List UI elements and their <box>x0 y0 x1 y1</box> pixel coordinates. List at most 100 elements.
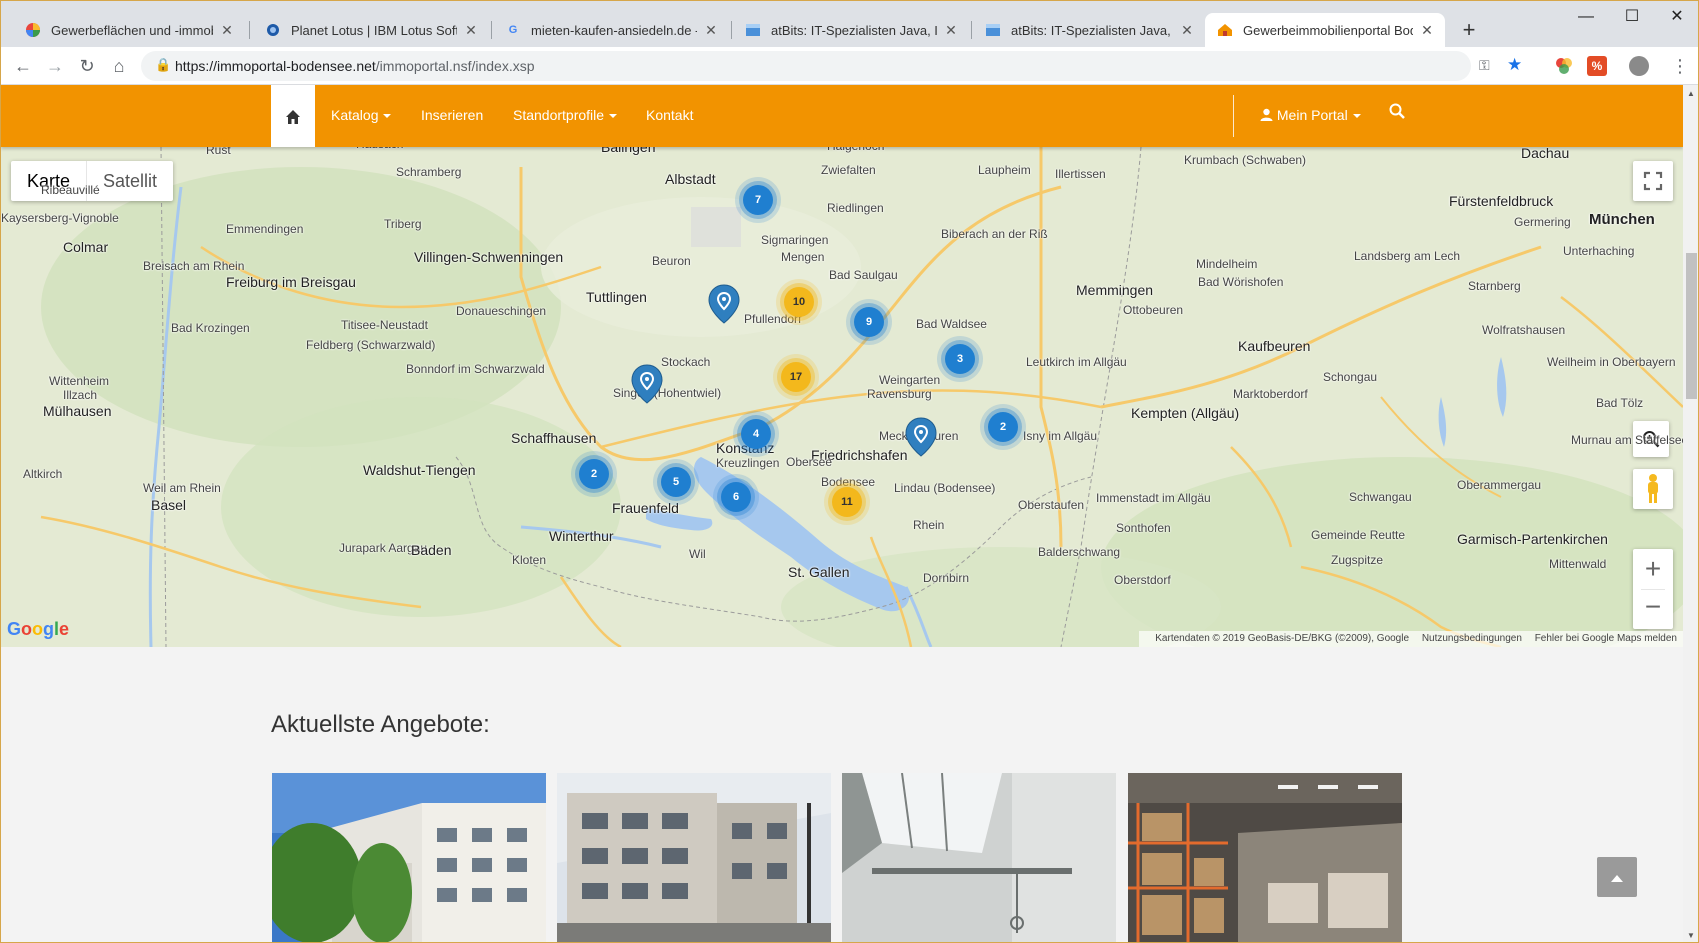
google-logo[interactable]: Google <box>7 619 69 640</box>
map-place-label: Hausach <box>356 147 403 151</box>
close-icon[interactable]: ✕ <box>1179 22 1195 39</box>
map-cluster[interactable]: 2 <box>579 459 609 489</box>
map-cluster[interactable]: 9 <box>854 307 884 337</box>
profile-avatar[interactable] <box>1629 56 1649 76</box>
map-cluster[interactable]: 4 <box>741 419 771 449</box>
map-cluster[interactable]: 17 <box>781 362 811 392</box>
nav-kontakt[interactable]: Kontakt <box>646 107 693 123</box>
back-to-top-button[interactable] <box>1597 857 1637 897</box>
nav-standortprofile[interactable]: Standortprofile <box>513 107 618 123</box>
map-place-label: Lindau (Bodensee) <box>894 481 996 495</box>
map-place-label: Laupheim <box>978 163 1031 177</box>
close-icon[interactable]: ✕ <box>703 22 719 39</box>
nav-mein-portal[interactable]: Mein Portal <box>1260 107 1361 123</box>
tab-2[interactable]: Planet Lotus | IBM Lotus Software ✕ <box>253 13 489 47</box>
address-bar[interactable]: 🔒 https://immoportal-bodensee.net/immopo… <box>141 51 1522 81</box>
immoportal-icon <box>1217 22 1233 38</box>
map-cluster[interactable]: 7 <box>743 185 773 215</box>
minimize-icon[interactable]: — <box>1563 5 1609 29</box>
map-place-label: Dachau <box>1521 147 1570 161</box>
map-place-label: Feldberg (Schwarzwald) <box>306 338 436 352</box>
tab-strip: Gewerbeflächen und -immobilien ✕ Planet … <box>1 1 1698 47</box>
key-icon[interactable]: ⚿ <box>1479 57 1490 74</box>
site-navbar: Katalog Inserieren Standortprofile Konta… <box>1 85 1683 147</box>
tab-6-active[interactable]: Gewerbeimmobilienportal Boden ✕ <box>1205 13 1445 47</box>
map-place-label: Weil am Rhein <box>143 481 221 495</box>
nav-inserieren[interactable]: Inserieren <box>421 107 483 123</box>
map-cluster[interactable]: 11 <box>832 487 862 517</box>
tab-separator <box>491 21 492 39</box>
street-view-pegman-icon[interactable] <box>1633 469 1673 509</box>
tab-separator <box>971 21 972 39</box>
map-place-label: Weingarten <box>879 373 941 387</box>
map-place-label: Mittenwald <box>1549 557 1607 571</box>
map-cluster[interactable]: 10 <box>784 287 814 317</box>
map-place-label: Tuttlingen <box>586 289 647 305</box>
scroll-down-arrow-icon[interactable]: ▼ <box>1687 931 1695 940</box>
map-place-label: Sigmaringen <box>761 233 829 247</box>
map-cluster[interactable]: 2 <box>988 412 1018 442</box>
map-place-label: Leutkirch im Allgäu <box>1026 355 1127 369</box>
tab-1[interactable]: Gewerbeflächen und -immobilien ✕ <box>13 13 245 47</box>
window-close-icon[interactable]: ✕ <box>1654 5 1698 29</box>
section-title: Aktuellste Angebote: <box>271 711 490 738</box>
map-pin-icon[interactable] <box>630 363 664 405</box>
fullscreen-icon[interactable] <box>1633 161 1673 201</box>
google-map[interactable]: Karte Satellit + − BisingenBalingenHechi… <box>1 147 1683 647</box>
close-icon[interactable]: ✕ <box>1419 22 1435 39</box>
reload-icon[interactable]: ↻ <box>73 53 101 79</box>
map-attribution: Kartendaten © 2019 GeoBasis-DE/BKG (©200… <box>1139 631 1683 647</box>
new-tab-button[interactable]: + <box>1455 17 1483 45</box>
offer-card-1[interactable] <box>272 773 546 942</box>
map-place-label: Kempten (Allgäu) <box>1131 405 1240 421</box>
maximize-icon[interactable]: ☐ <box>1609 5 1655 29</box>
tab-5[interactable]: atBits: IT-Spezialisten Java, IBM L ✕ <box>973 13 1205 47</box>
home-nav-button[interactable] <box>271 85 315 147</box>
map-cluster[interactable]: 5 <box>661 467 691 497</box>
menu-kebab-icon[interactable]: ⋮ <box>1666 53 1694 79</box>
extension-percent-icon[interactable]: % <box>1587 56 1607 76</box>
forward-icon[interactable]: → <box>41 53 69 79</box>
map-pin-icon[interactable] <box>707 283 741 325</box>
nav-katalog[interactable]: Katalog <box>331 107 392 123</box>
map-cluster[interactable]: 3 <box>945 344 975 374</box>
offer-card-3[interactable] <box>842 773 1116 942</box>
page-scrollbar[interactable]: ▲ ▼ <box>1683 85 1698 942</box>
scroll-thumb[interactable] <box>1686 253 1697 399</box>
atbits-icon <box>985 22 1001 38</box>
search-icon[interactable] <box>1389 103 1405 124</box>
back-icon[interactable]: ← <box>9 53 37 79</box>
map-place-label: Mengen <box>781 250 825 264</box>
map-place-label: Bad Saulgau <box>829 268 898 282</box>
map-place-label: Colmar <box>63 239 109 255</box>
url-text: https://immoportal-bodensee.net/immoport… <box>175 58 535 74</box>
close-icon[interactable]: ✕ <box>219 22 235 39</box>
map-place-label: Obersee <box>786 455 833 469</box>
map-place-label: Breisach am Rhein <box>143 259 245 273</box>
caret-down-icon <box>383 114 392 119</box>
offer-image <box>1128 773 1402 942</box>
close-icon[interactable]: ✕ <box>463 22 479 39</box>
offer-card-4[interactable] <box>1128 773 1402 942</box>
map-place-label: Biberach an der Riß <box>941 227 1048 241</box>
offer-card-2[interactable] <box>557 773 831 942</box>
bookmark-star-icon[interactable]: ★ <box>1507 55 1522 75</box>
map-pin-icon[interactable] <box>904 416 938 458</box>
tab-4[interactable]: atBits: IT-Spezialisten Java, IBM L ✕ <box>733 13 969 47</box>
close-icon[interactable]: ✕ <box>943 22 959 39</box>
extension-color-icon[interactable] <box>1554 56 1574 76</box>
arrow-up-icon <box>1611 875 1623 883</box>
zoom-in-icon[interactable]: + <box>1633 549 1673 589</box>
map-cluster[interactable]: 6 <box>721 482 751 512</box>
scroll-up-arrow-icon[interactable]: ▲ <box>1687 89 1695 98</box>
browser-toolbar: ← → ↻ ⌂ 🔒 https://immoportal-bodensee.ne… <box>1 47 1698 85</box>
tab-title: Planet Lotus | IBM Lotus Software <box>291 22 457 38</box>
home-icon[interactable]: ⌂ <box>105 53 133 79</box>
tab-3[interactable]: G mieten-kaufen-ansiedeln.de - Go ✕ <box>493 13 729 47</box>
map-place-label: Emmendingen <box>226 222 304 236</box>
attribution-text: Kartendaten © 2019 GeoBasis-DE/BKG (©200… <box>1155 633 1410 644</box>
report-error-link[interactable]: Fehler bei Google Maps melden <box>1535 633 1677 644</box>
zoom-out-icon[interactable]: − <box>1633 589 1673 629</box>
terms-link[interactable]: Nutzungsbedingungen <box>1422 633 1522 644</box>
atbits-icon <box>745 22 761 38</box>
